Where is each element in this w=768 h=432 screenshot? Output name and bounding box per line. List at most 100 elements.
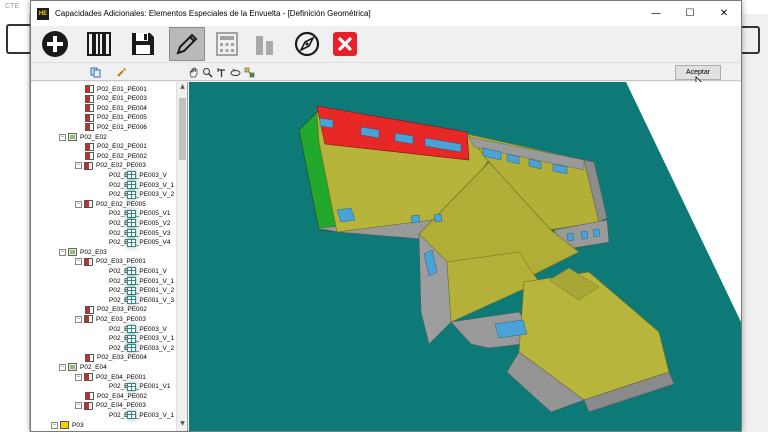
- tree-item-label: P02_E04_PE003: [96, 402, 146, 410]
- tree-item[interactable]: P02_E02_PE005_V4: [97, 238, 170, 248]
- copy-icon[interactable]: [89, 66, 101, 78]
- tree-item[interactable]: P02_E02_PE005_V1: [97, 209, 170, 219]
- scroll-thumb[interactable]: [179, 98, 186, 160]
- tree-item[interactable]: P02_E04_PE003_V_1: [97, 410, 174, 420]
- tree-expander-icon[interactable]: −: [59, 133, 66, 141]
- building-3d-model: [298, 82, 741, 413]
- win-icon: [127, 411, 136, 420]
- tree-item[interactable]: P02_E03_PE003_V_2: [97, 343, 174, 353]
- tree-item-label: P02_E02_PE002: [97, 152, 147, 160]
- tree-item[interactable]: P02_E03_PE001_V_1: [97, 276, 174, 286]
- compass-button[interactable]: [289, 27, 325, 61]
- tree-item[interactable]: P02_E02_PE003_V: [97, 170, 167, 180]
- tree-item[interactable]: P02_E03_PE002: [85, 305, 147, 315]
- scroll-up-arrow-icon[interactable]: ▲: [177, 83, 187, 94]
- tree-item[interactable]: P02_E02_PE005_V2: [97, 218, 170, 228]
- tree-item[interactable]: P02_E04_PE001_V1: [97, 382, 170, 392]
- tree-item-label: P02_E03: [80, 248, 107, 256]
- tree-item[interactable]: P02_E02_PE003_V_1: [97, 180, 174, 190]
- fit-view-icon[interactable]: [243, 66, 255, 78]
- tree-item[interactable]: − P02_E02_PE005: [75, 199, 146, 209]
- tree-item[interactable]: − P02_E03: [59, 247, 107, 257]
- tree-item[interactable]: − P02_E02_PE003: [75, 161, 146, 171]
- add-button[interactable]: [37, 27, 73, 61]
- tree-item[interactable]: P02_E04_PE002: [85, 391, 147, 401]
- tree-item[interactable]: P02_E02_PE005_V3: [97, 228, 170, 238]
- tree-item[interactable]: − P02_E04: [59, 362, 107, 372]
- tree-expander-icon[interactable]: −: [75, 402, 82, 410]
- viewport-white-corner: [626, 82, 741, 322]
- tree-item-label: P02_E03_PE001: [96, 258, 146, 266]
- tree-expander-icon[interactable]: −: [59, 363, 66, 371]
- tree-item[interactable]: − P02_E03_PE003: [75, 314, 146, 324]
- window-pane: [410, 214, 421, 224]
- floppy-icon: [132, 33, 154, 55]
- tree-expander-icon[interactable]: −: [75, 162, 82, 170]
- close-button[interactable]: ✕: [707, 1, 741, 26]
- tree-item[interactable]: P02_E01_PE004: [85, 103, 147, 113]
- tree-item-label: P02_E02_PE005_V2: [109, 219, 171, 227]
- win-icon: [127, 344, 136, 353]
- layers-button[interactable]: [81, 27, 117, 61]
- win-icon: [127, 296, 136, 305]
- tree-expander-icon[interactable]: −: [75, 200, 82, 208]
- rotate-icon[interactable]: [215, 66, 227, 78]
- wall-icon: [85, 94, 94, 103]
- floor-icon: [68, 133, 77, 141]
- tree-item[interactable]: P02_E03_PE003_V: [97, 324, 167, 334]
- tree-item[interactable]: − P02_E04_PE003: [75, 401, 146, 411]
- tree-item[interactable]: P02_E03_PE004: [85, 353, 147, 363]
- tree-expander-icon[interactable]: −: [75, 315, 82, 323]
- tree-item[interactable]: − P02_E03_PE001: [75, 257, 146, 267]
- tree-item[interactable]: − P02_E04_PE001: [75, 372, 146, 382]
- title-bar[interactable]: HE Capacidades Adicionales: Elementos Es…: [31, 1, 741, 26]
- tree-item[interactable]: − P02_E02: [59, 132, 107, 142]
- tree-item[interactable]: P02_E03_PE003_V_1: [97, 334, 174, 344]
- 3d-viewport[interactable]: [189, 82, 741, 431]
- calculator-button[interactable]: [209, 27, 245, 61]
- tree-expander-icon[interactable]: −: [75, 258, 82, 266]
- tree-item[interactable]: P02_E03_PE001_V_2: [97, 286, 174, 296]
- maximize-button[interactable]: ☐: [673, 1, 707, 26]
- tree-item[interactable]: − P03: [51, 420, 84, 430]
- wall-icon: [85, 392, 94, 401]
- window-pane: [592, 228, 601, 238]
- tree-item[interactable]: P02_E01_PE005: [85, 113, 147, 123]
- tree-item-label: P02_E01_PE006: [97, 123, 147, 131]
- edit-button[interactable]: [169, 27, 205, 61]
- tree-expander-icon[interactable]: −: [51, 421, 58, 429]
- tree-item-label: P02_E01_PE001: [97, 85, 147, 93]
- pan-hand-icon[interactable]: [187, 66, 199, 78]
- calculator-icon: [216, 32, 238, 56]
- tree-expander-icon[interactable]: −: [59, 248, 66, 256]
- win-icon: [127, 219, 136, 228]
- save-button[interactable]: [125, 27, 161, 61]
- tree-scrollbar[interactable]: ▲ ▼: [176, 82, 187, 431]
- tree-item[interactable]: P02_E02_PE001: [85, 142, 147, 152]
- zoom-icon[interactable]: [201, 66, 213, 78]
- background-right-panel: [742, 14, 768, 432]
- scroll-down-arrow-icon[interactable]: ▼: [177, 420, 187, 431]
- tree-item[interactable]: P02_E02_PE003_V_2: [97, 190, 174, 200]
- orbit-icon[interactable]: [229, 66, 241, 78]
- tree-item[interactable]: P02_E01_PE001: [85, 84, 147, 94]
- tree-item-label: P02_E03_PE003_V_1: [109, 335, 175, 343]
- minimize-button[interactable]: —: [639, 1, 673, 26]
- tree-item[interactable]: P02_E03_PE001_V_3: [97, 295, 174, 305]
- tree-item[interactable]: P02_E02_PE002: [85, 151, 147, 161]
- tree-item-label: P02_E03_PE003_V: [109, 325, 167, 333]
- paint-brush-icon[interactable]: [115, 66, 127, 78]
- tree-item[interactable]: P02_E03_PE001_V: [97, 266, 167, 276]
- tree-expander-icon[interactable]: −: [75, 373, 82, 381]
- tree-item-label: P02_E02_PE005_V4: [109, 239, 171, 247]
- tree-item-label: P02_E04: [80, 363, 107, 371]
- win-icon: [127, 267, 136, 276]
- cancel-button[interactable]: [327, 27, 363, 61]
- tree-item[interactable]: P02_E01_PE003: [85, 94, 147, 104]
- tree-item-label: P02_E04_PE001_V1: [109, 383, 171, 391]
- tree-item-label: P02_E03_PE001_V_2: [109, 287, 175, 295]
- tree-item[interactable]: P02_E01_PE006: [85, 122, 147, 132]
- win-icon: [127, 181, 136, 189]
- tree-item-label: P02_E02: [80, 133, 107, 141]
- chart-button[interactable]: [247, 27, 283, 61]
